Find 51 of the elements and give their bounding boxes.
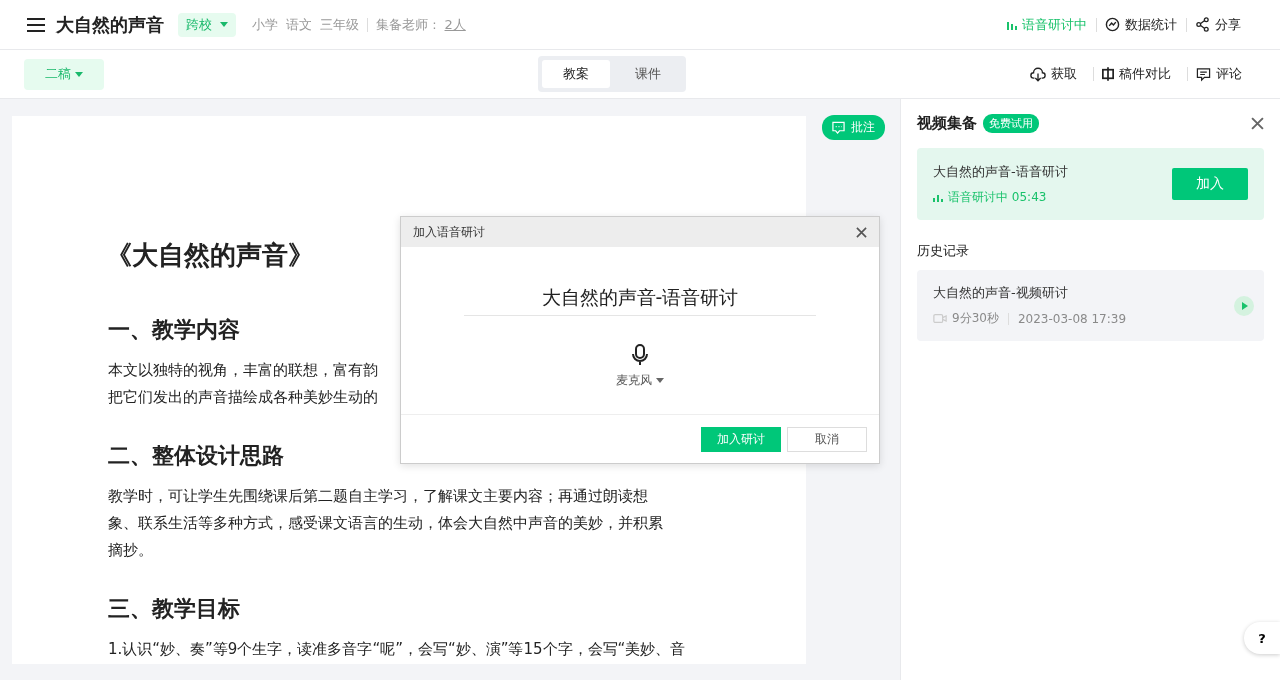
lesson-title: 大自然的声音: [56, 12, 164, 37]
stats-button[interactable]: 数据统计: [1105, 15, 1177, 34]
history-label: 历史记录: [917, 242, 970, 260]
paragraph-line: 摘抄。: [108, 541, 153, 559]
session-title: 大自然的声音-视频研讨: [933, 284, 1069, 302]
close-icon[interactable]: [856, 226, 867, 238]
paragraph-line: 教学时，可让学生先围绕课后第二题自主学习，了解课文主要内容；再通过朗读想: [108, 487, 648, 505]
menu-icon[interactable]: [27, 17, 45, 32]
section-heading: 三、教学目标: [108, 595, 241, 623]
paragraph-line: 本文以独特的视角，丰富的联想，富有韵: [108, 361, 378, 379]
meta-label: 语文: [286, 15, 312, 34]
section-heading: 一、教学内容: [108, 316, 241, 344]
session-title: 大自然的声音-语音研讨: [933, 162, 1069, 181]
duration: 9分30秒: [952, 310, 999, 327]
meta-label: 三年级: [320, 15, 359, 34]
caret-icon: [656, 378, 664, 383]
teachers-label: 集备老师 :: [376, 15, 437, 34]
tab[interactable]: 课件: [614, 60, 682, 88]
trial-badge: 免费试用: [983, 113, 1039, 133]
tab[interactable]: 教案: [542, 60, 610, 88]
caret-icon: [220, 22, 228, 27]
microphone-icon: [632, 344, 648, 366]
share-button[interactable]: 分享: [1195, 15, 1241, 34]
history-card[interactable]: 大自然的声音-视频研讨 9分30秒 2023-03-08 17:39: [917, 270, 1264, 341]
session-status: 语音研讨中 05:43: [948, 188, 1047, 206]
download-button[interactable]: 获取: [1030, 65, 1077, 83]
help-button[interactable]: ?: [1244, 622, 1280, 654]
dialog-title: 加入语音研讨: [413, 223, 485, 241]
date: 2023-03-08 17:39: [1017, 311, 1127, 326]
comment-icon: [832, 121, 845, 134]
compare-icon: [1102, 67, 1114, 81]
cloud-download-icon: [1030, 66, 1046, 82]
comment-icon: [1196, 66, 1211, 82]
panel-title: 视频集备: [917, 113, 977, 133]
meta-label: 小学: [252, 15, 278, 34]
document-title: 《大自然的声音》: [106, 239, 315, 272]
comment-button[interactable]: 评论: [1196, 65, 1242, 83]
close-icon[interactable]: [1251, 116, 1264, 130]
cancel-button[interactable]: 取消: [787, 426, 867, 452]
device-dropdown[interactable]: 麦克风: [616, 372, 664, 389]
paragraph-line: 把它们发出的声音描绘成各种美妙生动的: [108, 388, 378, 406]
video-camera-icon: [933, 313, 947, 324]
audio-bars-icon: [1007, 19, 1017, 30]
compare-button[interactable]: 稿件对比: [1102, 65, 1171, 83]
caret-icon: [75, 71, 83, 77]
audio-bars-icon: [933, 192, 943, 202]
name-field[interactable]: 大自然的声音-语音研讨: [464, 285, 816, 316]
chart-icon: [1105, 17, 1120, 32]
paragraph-line: 1.认识“妙、奏”等9个生字，读准多音字“呢”，会写“妙、演”等15个字，会写“美妙、音: [108, 640, 686, 658]
paragraph-line: 象、联系生活等多种方式，感受课文语言的生动，体会大自然中声音的美妙，并积累: [108, 514, 663, 532]
share-icon: [1195, 17, 1210, 32]
